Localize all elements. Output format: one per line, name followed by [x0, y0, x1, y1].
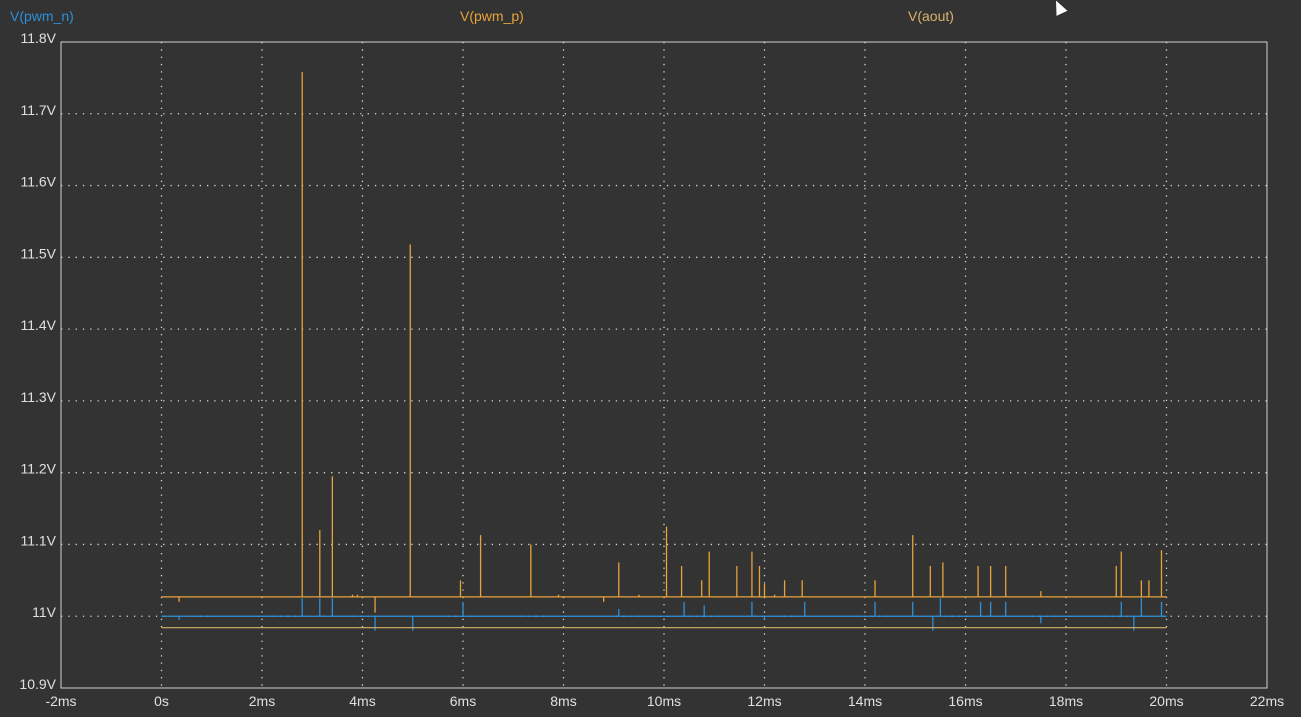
- y-tick-label: 11.7V: [20, 102, 56, 118]
- x-tick-label: 12ms: [747, 693, 781, 709]
- x-tick-label: 10ms: [647, 693, 681, 709]
- y-tick-label: 11.3V: [20, 389, 56, 405]
- trace-label-aout[interactable]: V(aout): [908, 8, 954, 24]
- x-tick-label: -2ms: [45, 693, 76, 709]
- y-tick-label: 11.8V: [20, 30, 56, 46]
- x-tick-label: 0s: [154, 693, 169, 709]
- x-tick-label: 22ms: [1250, 693, 1284, 709]
- y-tick-label: 11.1V: [20, 532, 56, 548]
- x-tick-label: 16ms: [948, 693, 982, 709]
- plot-frame: [60, 41, 1268, 689]
- x-tick-label: 6ms: [450, 693, 476, 709]
- y-tick-label: 11.5V: [20, 245, 56, 261]
- y-tick-label: 11.2V: [20, 461, 56, 477]
- y-tick-label: 11V: [32, 604, 57, 620]
- trace-label-pwm-n[interactable]: V(pwm_n): [10, 8, 74, 24]
- x-tick-label: 14ms: [848, 693, 882, 709]
- y-tick-label: 11.6V: [20, 174, 56, 190]
- x-tick-label: 2ms: [249, 693, 275, 709]
- trace-label-pwm-p[interactable]: V(pwm_p): [460, 8, 524, 24]
- y-tick-label: 11.4V: [20, 317, 56, 333]
- plot-area: -2ms 0s 2ms 4ms 6ms 8ms 10ms 12ms 14ms 16ms 18ms 20…: [19, 30, 1284, 709]
- x-tick-label: 4ms: [349, 693, 375, 709]
- x-tick-label: 8ms: [550, 693, 576, 709]
- x-tick-label: 18ms: [1049, 693, 1083, 709]
- y-tick-label: 10.9V: [19, 676, 56, 692]
- x-tick-label: 20ms: [1149, 693, 1183, 709]
